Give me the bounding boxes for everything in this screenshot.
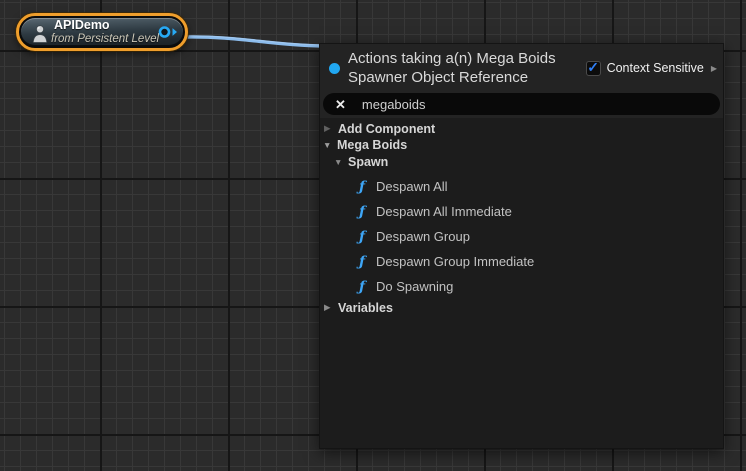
context-sensitive-toggle[interactable]: ✓ Context Sensitive ▶ <box>585 59 717 76</box>
tree-item-label: Despawn All <box>376 179 448 194</box>
tree-item-label: Despawn Group Immediate <box>376 254 535 269</box>
node-body: APIDemo from Persistent Level <box>21 18 183 46</box>
node-apidemo[interactable]: APIDemo from Persistent Level <box>16 13 188 51</box>
tree-item-label: Variables <box>338 300 393 315</box>
search-row: ✕ <box>320 92 723 118</box>
context-sensitive-checkbox[interactable]: ✓ <box>585 59 601 76</box>
context-menu-header: Actions taking a(n) Mega Boids Spawner O… <box>320 44 723 92</box>
tree-item-add-component[interactable]: ▶ Add Component <box>320 120 723 137</box>
tree-item-label: Mega Boids <box>337 138 408 152</box>
tree-item-despawn-group-immediate[interactable]: ƒ Despawn Group Immediate <box>320 249 723 274</box>
action-tree: ▶ Add Component ▼ Mega Boids ▼ Spawn ƒ D… <box>320 118 723 448</box>
tree-item-label: Do Spawning <box>376 279 454 294</box>
blueprint-context-menu: Actions taking a(n) Mega Boids Spawner O… <box>319 43 724 449</box>
chevron-down-icon: ▼ <box>323 139 332 150</box>
node-title: APIDemo <box>54 18 110 33</box>
chevron-right-icon: ▶ <box>324 123 331 134</box>
tree-item-despawn-all-immediate[interactable]: ƒ Despawn All Immediate <box>320 199 723 224</box>
menu-title-line1: Actions taking a(n) Mega Boids <box>348 50 556 67</box>
function-icon: ƒ <box>359 253 366 270</box>
menu-title: Actions taking a(n) Mega Boids Spawner O… <box>348 49 586 87</box>
search-input[interactable] <box>361 96 710 112</box>
blueprint-graph-canvas[interactable]: APIDemo from Persistent Level Actions ta… <box>0 0 746 471</box>
tree-item-despawn-group[interactable]: ƒ Despawn Group <box>320 224 723 249</box>
clear-search-icon[interactable]: ✕ <box>335 98 346 111</box>
tree-item-mega-boids[interactable]: ▼ Mega Boids <box>320 137 723 153</box>
pawn-icon <box>32 24 48 43</box>
function-icon: ƒ <box>359 178 366 195</box>
pin-type-dot-icon <box>329 62 340 74</box>
tree-item-label: Add Component <box>338 121 436 136</box>
tree-item-label: Despawn All Immediate <box>376 204 512 219</box>
tree-item-despawn-all[interactable]: ƒ Despawn All <box>320 174 723 199</box>
tree-item-label: Despawn Group <box>376 229 470 244</box>
chevron-right-icon: ▶ <box>324 302 331 313</box>
function-icon: ƒ <box>359 278 366 295</box>
search-bar[interactable]: ✕ <box>323 93 720 115</box>
node-text: APIDemo from Persistent Level <box>51 18 160 45</box>
submenu-arrow-icon: ▶ <box>710 63 717 73</box>
check-icon: ✓ <box>587 59 599 75</box>
tree-item-spawn[interactable]: ▼ Spawn <box>320 153 723 171</box>
function-icon: ƒ <box>359 228 366 245</box>
tree-item-label: Spawn <box>348 155 389 169</box>
function-icon: ƒ <box>359 203 366 220</box>
chevron-down-icon: ▼ <box>334 156 343 167</box>
node-subtitle: from Persistent Level <box>51 32 160 45</box>
tree-item-variables[interactable]: ▶ Variables <box>320 299 723 316</box>
function-group: ƒ Despawn All ƒ Despawn All Immediate ƒ … <box>320 174 723 299</box>
menu-title-line2: Spawner Object Reference <box>348 69 529 86</box>
output-pin-icon[interactable] <box>157 25 180 40</box>
context-sensitive-label: Context Sensitive <box>606 61 704 75</box>
tree-item-do-spawning[interactable]: ƒ Do Spawning <box>320 274 723 299</box>
